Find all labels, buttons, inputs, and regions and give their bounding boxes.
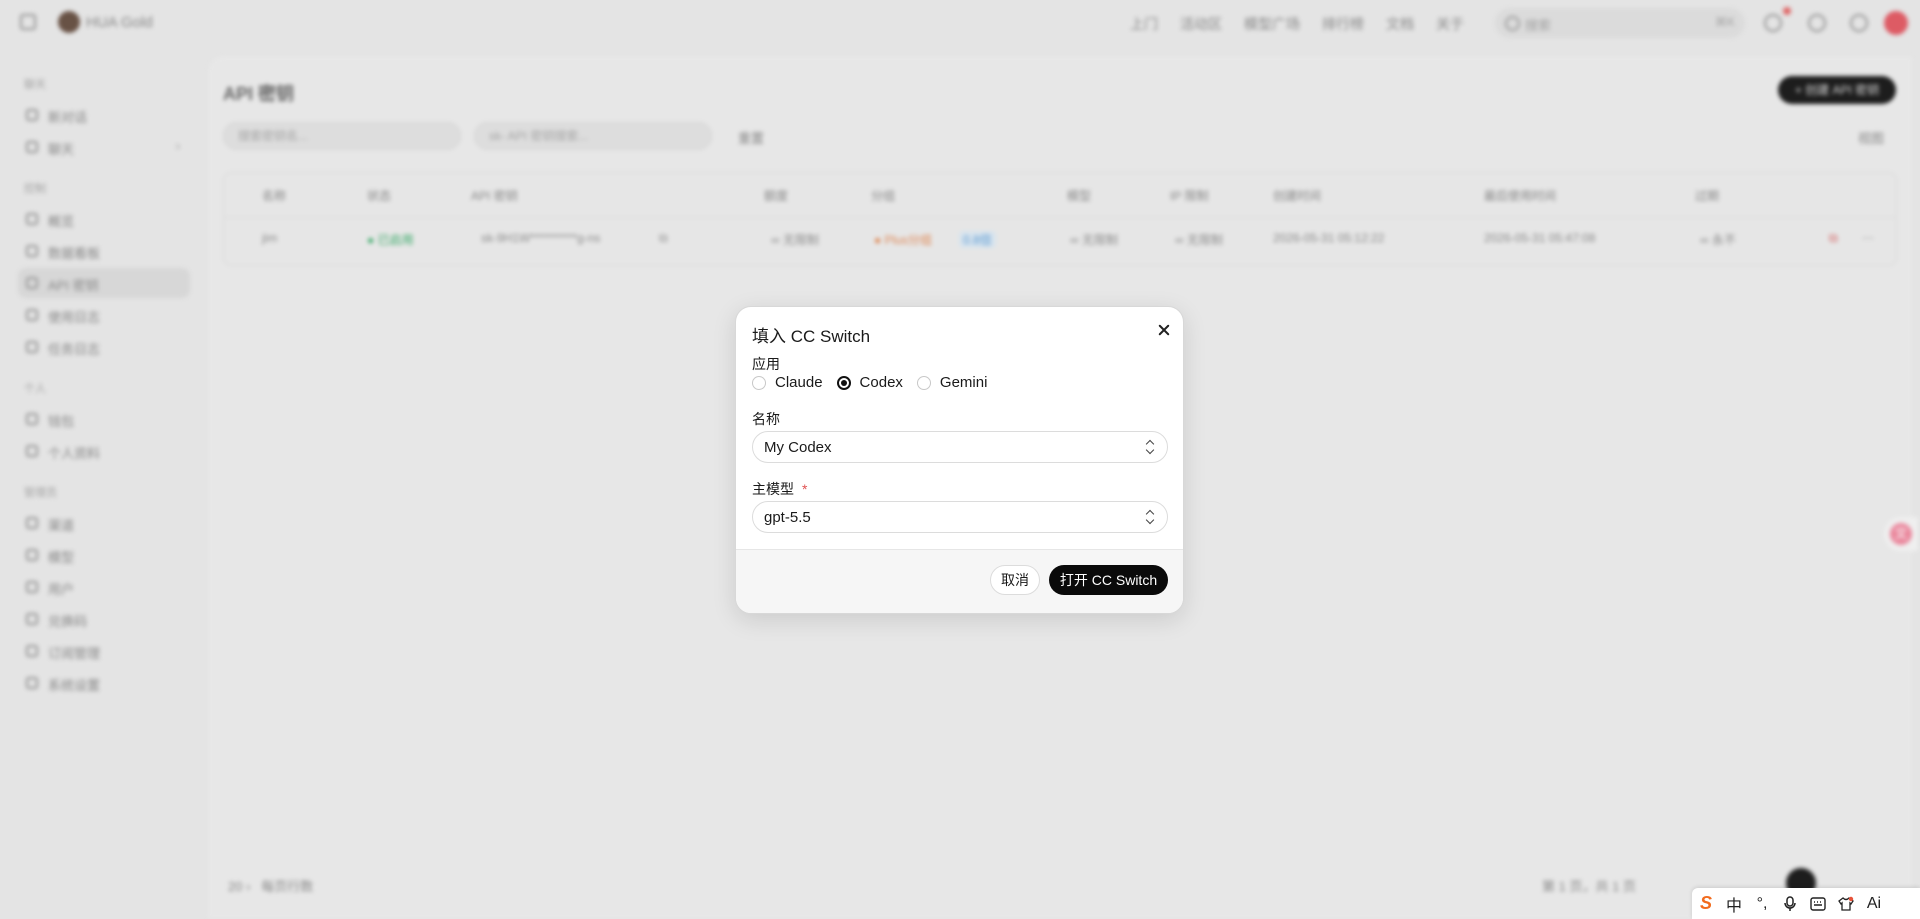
model-label-text: 主模型 (752, 481, 794, 497)
radio-circle (752, 375, 766, 390)
open-cc-switch-button[interactable]: 打开 CC Switch (1049, 565, 1168, 595)
keyboard-icon[interactable] (1804, 888, 1832, 919)
model-label: 主模型 * (752, 479, 807, 499)
model-value: gpt-5.5 (764, 509, 811, 526)
radio-label: Codex (859, 374, 903, 391)
microphone-icon[interactable] (1776, 888, 1804, 919)
cancel-button[interactable]: 取消 (990, 565, 1040, 595)
dialog-title: 填入 CC Switch (752, 327, 871, 346)
skin-icon[interactable] (1832, 888, 1860, 919)
radio-codex[interactable]: Codex (836, 374, 903, 391)
radio-claude[interactable]: Claude (752, 374, 823, 391)
name-value: My Codex (764, 439, 832, 456)
ai-icon[interactable]: Ai (1860, 888, 1888, 919)
radio-label: Gemini (939, 374, 988, 391)
radio-gemini[interactable]: Gemini (916, 374, 988, 391)
ime-toolbar: S 中 °, Ai (1692, 888, 1920, 919)
radio-circle (916, 375, 931, 390)
punctuation-icon[interactable]: °, (1748, 888, 1776, 919)
cc-switch-dialog: 填入 CC Switch 应用 Claude Codex Gemini 名称 M… (735, 306, 1184, 614)
model-select[interactable]: gpt-5.5 (752, 501, 1168, 533)
name-select[interactable]: My Codex (752, 431, 1168, 463)
app-label: 应用 (752, 356, 780, 372)
dialog-footer: 取消 打开 CC Switch (736, 549, 1183, 613)
radio-label: Claude (775, 374, 823, 391)
radio-circle-checked (836, 375, 851, 390)
ime-chinese-mode[interactable]: 中 (1720, 888, 1748, 919)
required-mark: * (802, 481, 808, 497)
close-icon[interactable] (1154, 320, 1174, 340)
app-radio-group: Claude Codex Gemini (752, 374, 1001, 391)
chevron-up-down-icon (1145, 509, 1155, 525)
chevron-up-down-icon (1145, 439, 1155, 455)
sogou-logo-icon[interactable]: S (1692, 888, 1720, 919)
name-label: 名称 (752, 411, 780, 427)
